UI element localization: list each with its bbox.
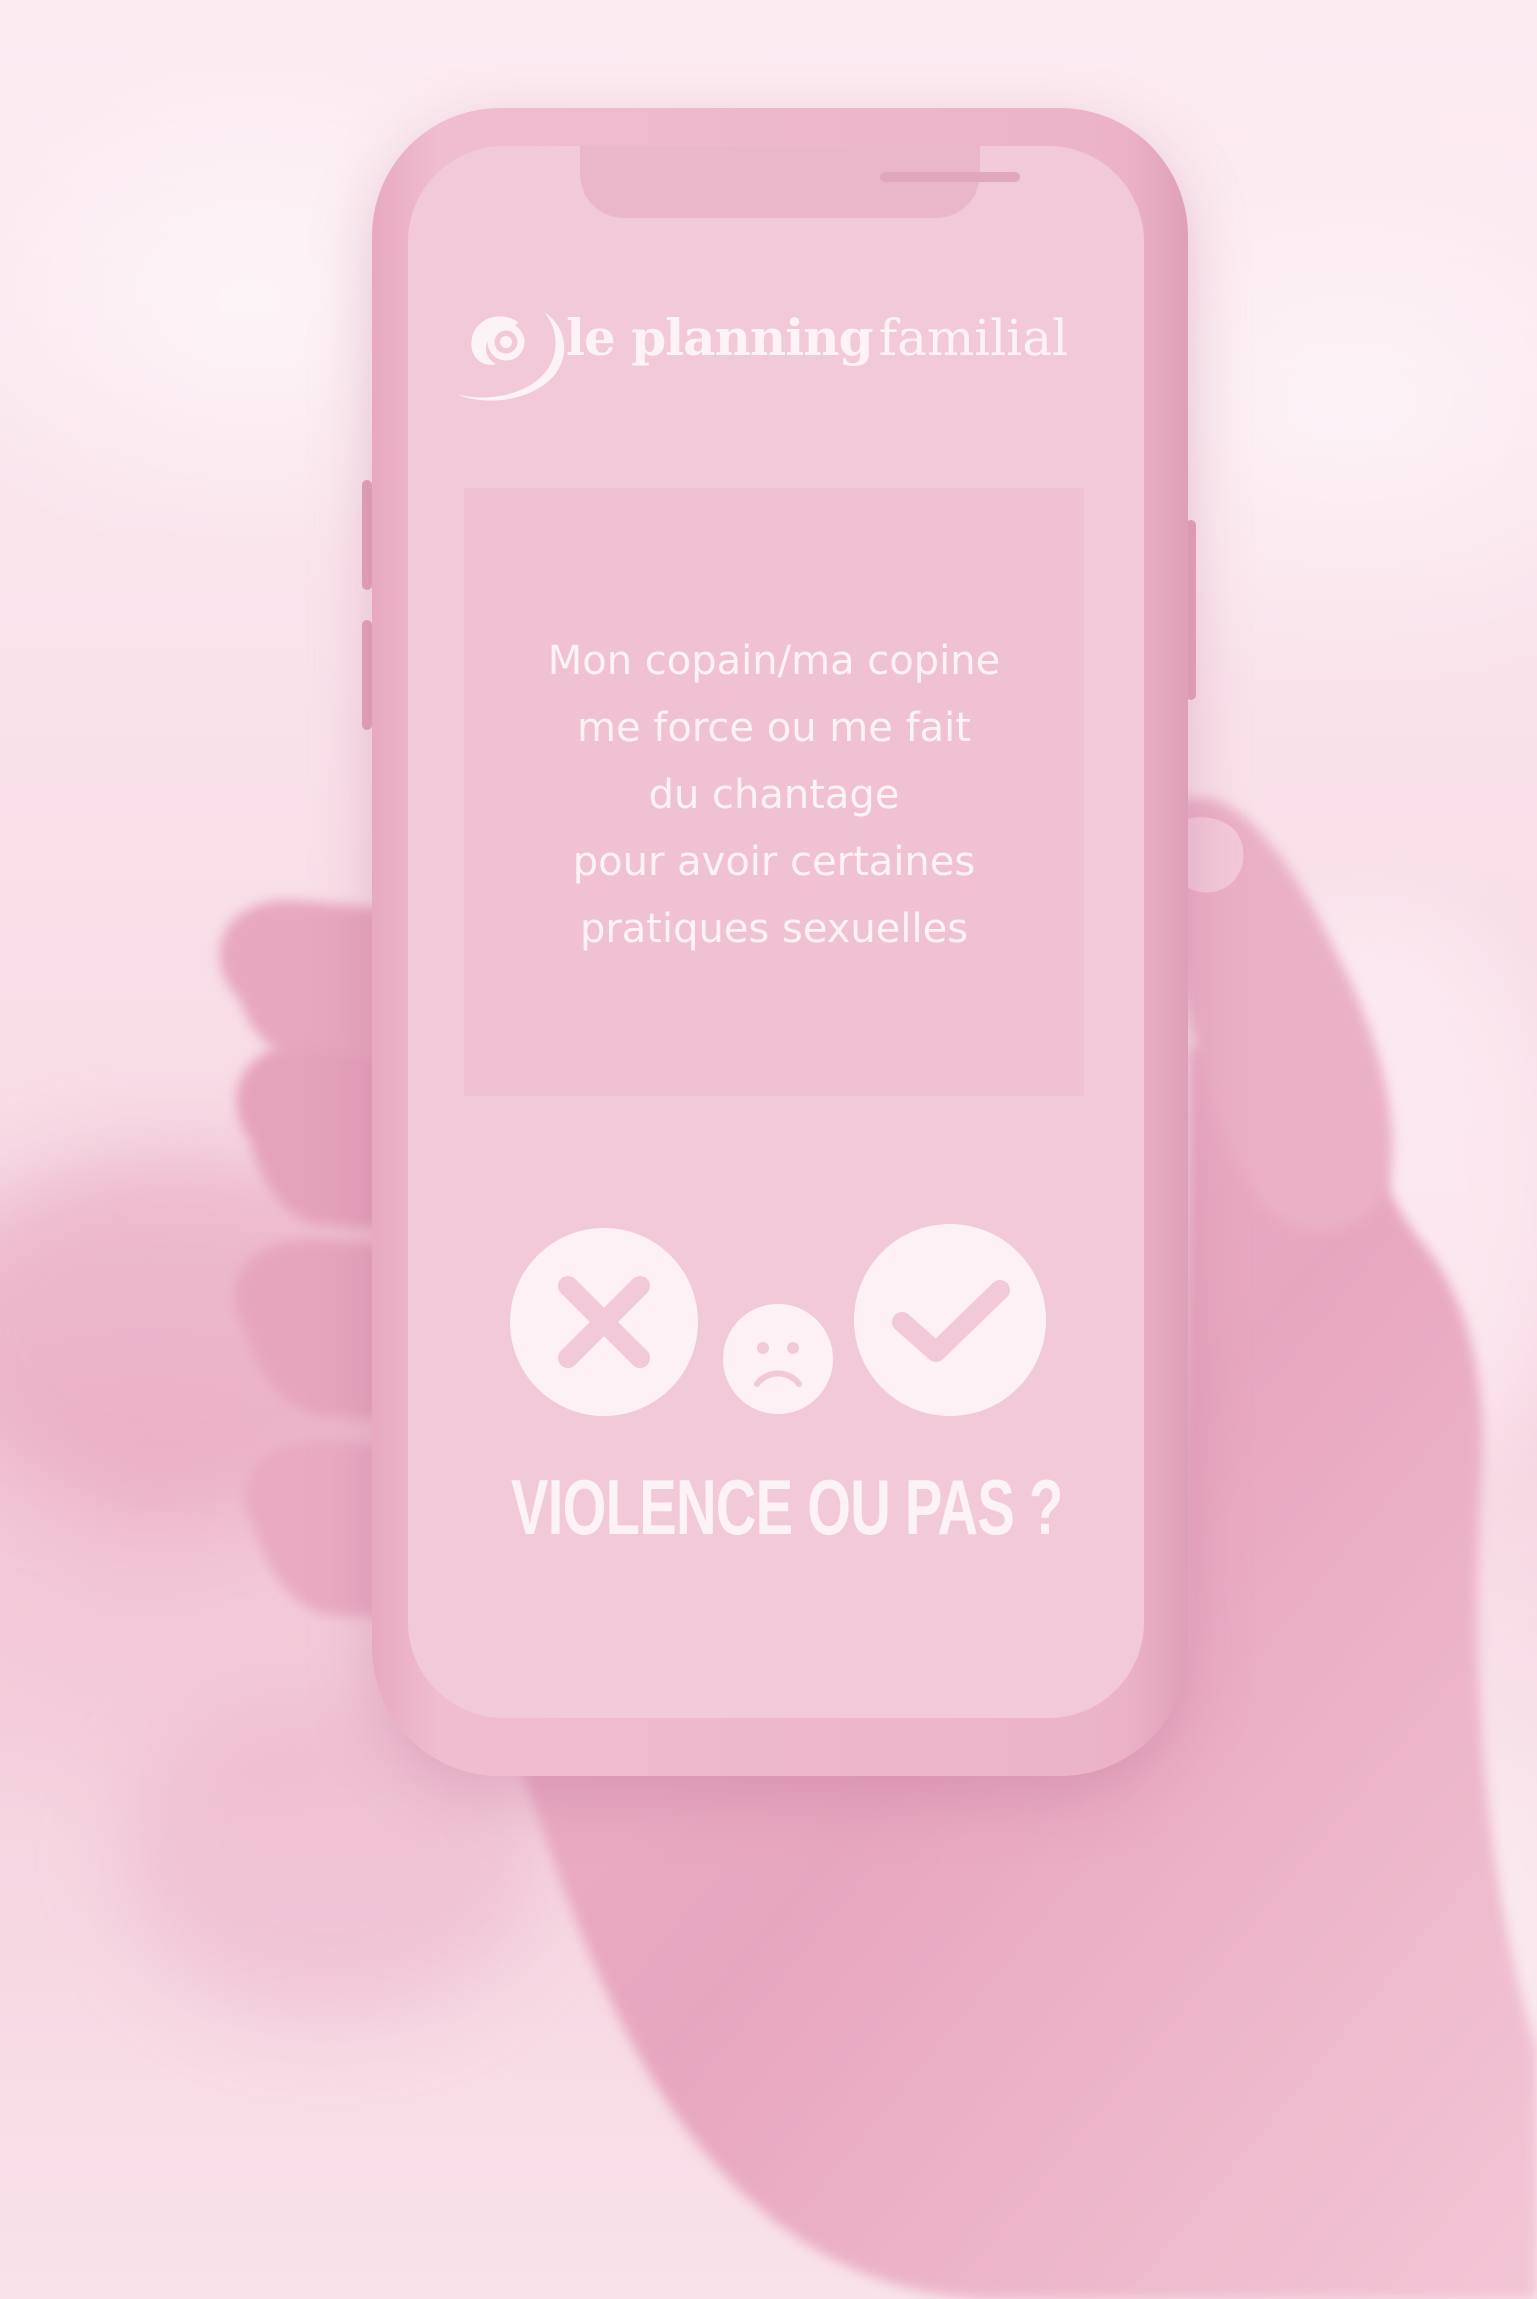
question-text: Mon copain/ma copine me force ou me fait… [464,628,1084,963]
brand-logo: le planning familial [448,294,1128,454]
question-card: Mon copain/ma copine me force ou me fait… [464,488,1084,1096]
phone-screen: le planning familial Mon copain/ma copine… [408,146,1144,1718]
phone-speaker [880,172,1020,182]
yes-button[interactable] [854,1224,1046,1416]
brand-name-regular: familial [878,309,1069,367]
sad-face-icon [754,1342,802,1387]
cross-icon [558,1276,650,1368]
phone-volume-button [362,480,372,590]
background-photo: le planning familial Mon copain/ma copine… [0,0,1537,2299]
tagline: VIOLENCE OU PAS ? [511,1463,1063,1551]
question-line: pour avoir certaines [572,839,976,885]
question-line: du chantage [648,772,900,818]
brand-name: le planning familial [566,308,1068,367]
phone-notch [580,146,1020,218]
question-line: Mon copain/ma copine [547,638,1001,684]
no-button[interactable] [510,1228,698,1416]
question-line: me force ou me fait [577,705,971,751]
brand-name-bold: le planning [566,308,874,367]
answer-buttons [408,1222,1144,1422]
question-line: pratiques sexuelles [579,906,969,952]
phone-volume-button [362,620,372,730]
check-icon [892,1280,1010,1362]
unsure-button[interactable] [723,1304,833,1414]
